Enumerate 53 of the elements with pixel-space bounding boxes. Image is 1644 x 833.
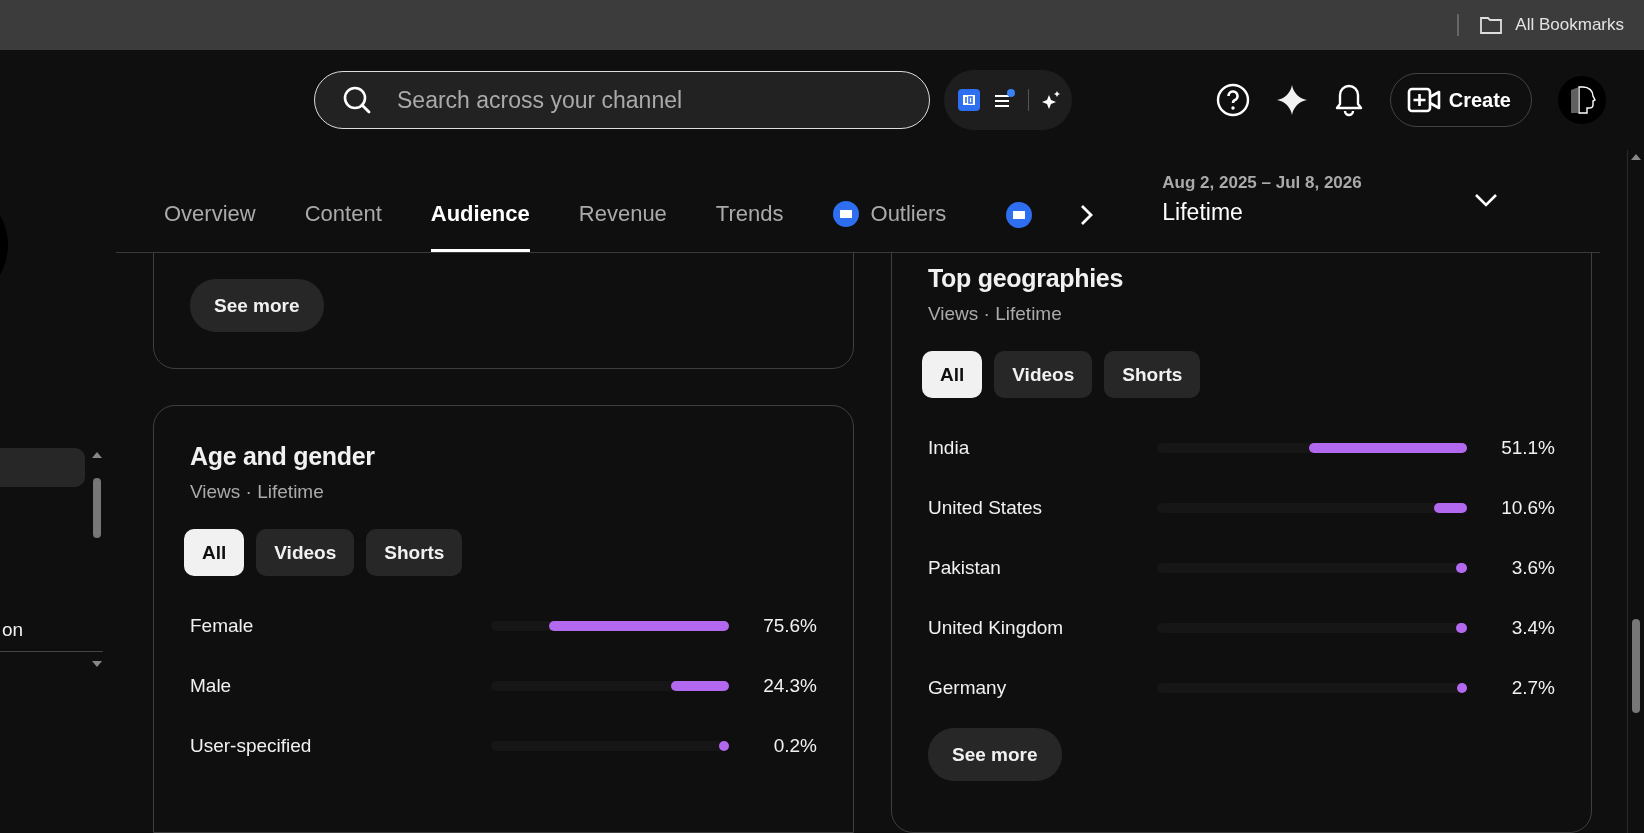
- percent-value: 0.2%: [772, 735, 817, 757]
- bookmarks-label: All Bookmarks: [1515, 15, 1624, 35]
- see-more-button[interactable]: See more: [928, 728, 1062, 781]
- percent-value: 51.1%: [1500, 437, 1555, 459]
- percent-value: 2.7%: [1510, 677, 1555, 699]
- percent-value: 10.6%: [1500, 497, 1555, 519]
- row-label: India: [928, 437, 971, 459]
- account-avatar[interactable]: [1558, 76, 1606, 124]
- sidebar-item[interactable]: on: [0, 619, 103, 652]
- row-label: Pakistan: [928, 557, 1002, 579]
- percent-value: 3.6%: [1510, 557, 1555, 579]
- card-title: Age and gender: [190, 442, 376, 471]
- analytics-tab[interactable]: Overview: [164, 199, 256, 252]
- video-plus-icon: [1406, 87, 1441, 113]
- search-field[interactable]: Search across your channel: [314, 71, 930, 129]
- analytics-tab[interactable]: Audience: [430, 199, 530, 252]
- analytics-tab[interactable]: Content: [304, 199, 382, 252]
- date-range-text: Aug 2, 2025 – Jul 8, 2026: [1162, 173, 1362, 193]
- date-range-picker[interactable]: Aug 2, 2025 – Jul 8, 2026 Lifetime: [1162, 173, 1498, 226]
- sparkle-icon[interactable]: [1275, 84, 1308, 116]
- percent-value: 24.3%: [762, 675, 817, 697]
- bookmarks-folder[interactable]: All Bookmarks: [1479, 15, 1624, 35]
- folder-icon: [1479, 15, 1504, 35]
- filter-chip[interactable]: Videos: [994, 351, 1093, 398]
- create-button[interactable]: Create: [1389, 73, 1532, 127]
- filter-chip[interactable]: All: [184, 529, 245, 576]
- percent-value: 75.6%: [762, 615, 817, 637]
- row-label: Female: [190, 615, 255, 637]
- chevron-down-icon: [1473, 192, 1498, 207]
- sparkle-icon[interactable]: [1041, 90, 1061, 110]
- search-icon: [341, 84, 373, 116]
- help-icon[interactable]: [1215, 83, 1250, 117]
- row-label: United Kingdom: [928, 617, 1065, 639]
- analytics-tab[interactable]: Outliers: [832, 199, 947, 252]
- see-more-button[interactable]: See more: [190, 279, 324, 332]
- analytics-tab[interactable]: Revenue: [578, 199, 667, 252]
- row-label: Male: [190, 675, 233, 697]
- filter-chip[interactable]: Videos: [256, 529, 355, 576]
- filter-chip[interactable]: All: [922, 351, 983, 398]
- percent-value: 3.4%: [1510, 617, 1555, 639]
- analytics-tab[interactable]: Trends: [715, 199, 784, 252]
- row-label: User-specified: [190, 735, 313, 757]
- card-subtitle: Views · Lifetime: [928, 303, 1063, 325]
- filter-chip[interactable]: Shorts: [366, 529, 463, 576]
- row-label: United States: [928, 497, 1044, 519]
- row-label: Germany: [928, 677, 1008, 699]
- notifications-bell-icon[interactable]: [1333, 83, 1364, 117]
- card-title: Top geographies: [928, 264, 1125, 293]
- card-subtitle: Views · Lifetime: [190, 481, 325, 503]
- filter-chip[interactable]: Shorts: [1104, 351, 1201, 398]
- chevron-right-icon[interactable]: [1078, 202, 1095, 227]
- period-label: Lifetime: [1162, 199, 1244, 226]
- search-input[interactable]: Search across your channel: [395, 85, 929, 115]
